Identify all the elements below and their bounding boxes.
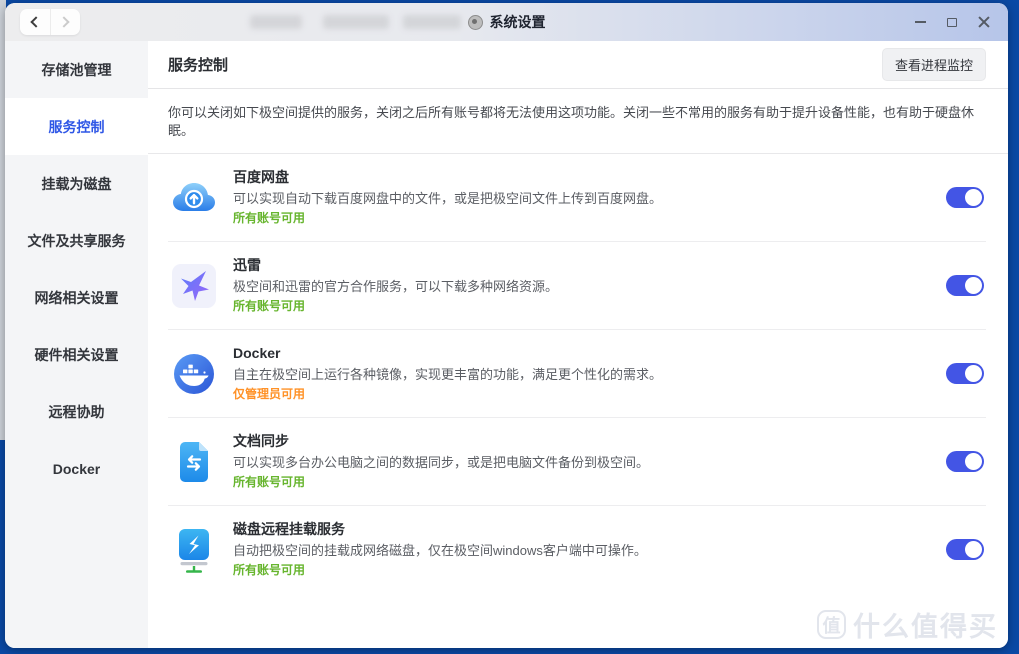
sidebar-item-2[interactable]: 挂载为磁盘 <box>5 155 148 212</box>
window-title-group: 系统设置 <box>468 3 546 41</box>
baidu-netdisk-icon <box>170 174 218 222</box>
service-list: 百度网盘 可以实现自动下载百度网盘中的文件，或是把极空间文件上传到百度网盘。 所… <box>168 154 986 593</box>
service-toggle[interactable] <box>946 187 984 208</box>
sidebar: 存储池管理 服务控制 挂载为磁盘 文件及共享服务 网络相关设置 硬件相关设置 远… <box>5 41 148 648</box>
sidebar-item-7[interactable]: Docker <box>5 440 148 497</box>
service-toggle[interactable] <box>946 539 984 560</box>
disk-mount-icon <box>170 526 218 574</box>
sidebar-item-0[interactable]: 存储池管理 <box>5 41 148 98</box>
titlebar: 系统设置 <box>5 3 1008 41</box>
docker-icon <box>170 350 218 398</box>
watermark-badge: 值 <box>817 610 846 639</box>
window-controls <box>904 3 1000 41</box>
window-title: 系统设置 <box>490 12 546 32</box>
doc-sync-icon <box>170 438 218 486</box>
redacted-text <box>323 15 389 29</box>
page-title: 服务控制 <box>168 54 228 75</box>
sidebar-item-5[interactable]: 硬件相关设置 <box>5 326 148 383</box>
watermark-text: 什么值得买 <box>853 605 998 644</box>
nav-buttons <box>20 9 80 35</box>
service-toggle[interactable] <box>946 363 984 384</box>
main-panel: 服务控制 查看进程监控 你可以关闭如下极空间提供的服务，关闭之后所有账号都将无法… <box>148 41 1008 648</box>
minimize-button[interactable] <box>904 8 936 36</box>
services-description: 你可以关闭如下极空间提供的服务，关闭之后所有账号都将无法使用这项功能。关闭一些不… <box>148 89 1008 154</box>
sidebar-item-4[interactable]: 网络相关设置 <box>5 269 148 326</box>
sidebar-item-6[interactable]: 远程协助 <box>5 383 148 440</box>
sidebar-item-3[interactable]: 文件及共享服务 <box>5 212 148 269</box>
maximize-button[interactable] <box>936 8 968 36</box>
service-toggle[interactable] <box>946 275 984 296</box>
main-header: 服务控制 查看进程监控 <box>148 41 1008 89</box>
gear-icon <box>468 15 483 30</box>
minimize-icon <box>915 21 926 23</box>
service-row: 百度网盘 可以实现自动下载百度网盘中的文件，或是把极空间文件上传到百度网盘。 所… <box>168 154 986 242</box>
close-icon <box>978 16 990 28</box>
service-row: Docker 自主在极空间上运行各种镜像，实现更丰富的功能，满足更个性化的需求。… <box>168 330 986 418</box>
forward-button[interactable] <box>50 9 81 35</box>
back-icon <box>31 16 42 27</box>
watermark: 值 什么值得买 <box>817 605 998 644</box>
service-row: 迅雷 极空间和迅雷的官方合作服务，可以下载多种网络资源。 所有账号可用 <box>168 242 986 330</box>
redacted-text <box>250 15 302 29</box>
service-row: 磁盘远程挂载服务 自动把极空间的挂载成网络磁盘，仅在极空间windows客户端中… <box>168 506 986 593</box>
close-button[interactable] <box>968 8 1000 36</box>
xunlei-icon <box>170 262 218 310</box>
system-settings-window: 系统设置 存储池管理 服务控制 挂载为磁盘 文件及共享服务 网络相关设置 硬件相… <box>5 3 1008 648</box>
maximize-icon <box>947 18 957 27</box>
sidebar-item-1[interactable]: 服务控制 <box>5 98 148 155</box>
service-row: 文档同步 可以实现多台办公电脑之间的数据同步，或是把电脑文件备份到极空间。 所有… <box>168 418 986 506</box>
redacted-text <box>403 15 461 29</box>
forward-icon <box>58 16 69 27</box>
process-monitor-button[interactable]: 查看进程监控 <box>882 48 986 81</box>
service-toggle[interactable] <box>946 451 984 472</box>
back-button[interactable] <box>20 9 50 35</box>
